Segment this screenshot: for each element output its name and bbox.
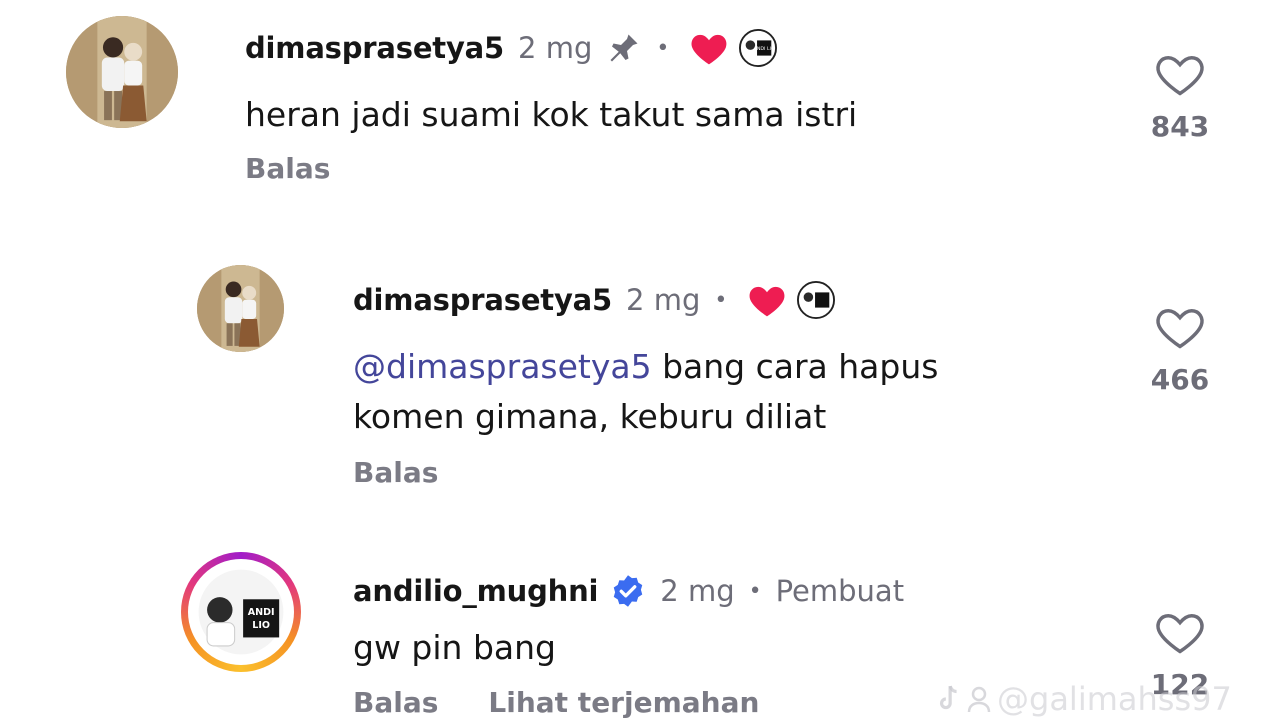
comment-time: 2 mg xyxy=(518,31,593,65)
username[interactable]: andilio_mughni xyxy=(353,574,598,608)
pin-icon xyxy=(606,30,642,66)
reply-button[interactable]: Balas xyxy=(353,456,438,489)
mention-link[interactable]: @dimasprasetya5 xyxy=(353,347,652,386)
username[interactable]: dimasprasetya5 xyxy=(353,283,612,317)
heart-outline-icon xyxy=(1154,608,1206,656)
creator-label: Pembuat xyxy=(775,574,905,608)
comment-time: 2 mg xyxy=(660,574,735,608)
creator-avatar-icon: ANDI LIO xyxy=(739,29,778,67)
creator-avatar-icon xyxy=(797,281,836,319)
like-button[interactable]: 466 xyxy=(1145,303,1215,396)
username[interactable]: dimasprasetya5 xyxy=(245,31,504,65)
tiktok-logo-icon xyxy=(935,684,961,714)
reply-button[interactable]: Balas xyxy=(353,686,438,719)
translate-button[interactable]: Lihat terjemahan xyxy=(488,686,759,719)
comment-text-line1: bang cara hapus xyxy=(651,347,939,386)
comment-text-line2: komen gimana, keburu diliat xyxy=(353,397,827,436)
comment-text: @dimasprasetya5 bang cara hapus komen gi… xyxy=(353,342,938,442)
verified-icon xyxy=(610,573,646,609)
comment-time: 2 mg xyxy=(626,283,701,317)
avatar[interactable] xyxy=(66,16,178,128)
comment-text: gw pin bang xyxy=(353,628,556,667)
avatar-photo xyxy=(66,16,178,128)
reply-button[interactable]: Balas xyxy=(245,152,330,185)
like-count: 466 xyxy=(1150,363,1210,396)
avatar-photo: ANDI LIO xyxy=(191,562,291,662)
svg-text:LIO: LIO xyxy=(252,620,270,631)
watermark-text: @galimahss97 xyxy=(997,680,1232,718)
comment-text: heran jadi suami kok takut sama istri xyxy=(245,95,858,134)
avatar-badge-text: ANDI LIO xyxy=(754,46,775,52)
watermark: @galimahss97 xyxy=(935,680,1232,718)
separator-dot: • xyxy=(748,578,762,604)
user-icon xyxy=(967,685,991,713)
separator-dot: • xyxy=(714,287,728,313)
like-button[interactable]: 843 xyxy=(1145,50,1215,143)
separator-dot: • xyxy=(656,35,670,61)
heart-filled-icon xyxy=(747,282,787,318)
heart-filled-icon xyxy=(689,30,729,66)
like-count: 843 xyxy=(1150,110,1210,143)
svg-text:ANDI: ANDI xyxy=(248,607,275,618)
avatar[interactable] xyxy=(197,265,284,352)
heart-outline-icon xyxy=(1154,50,1206,98)
heart-outline-icon xyxy=(1154,303,1206,351)
avatar[interactable]: ANDI LIO xyxy=(188,559,294,665)
avatar-photo xyxy=(197,265,284,352)
